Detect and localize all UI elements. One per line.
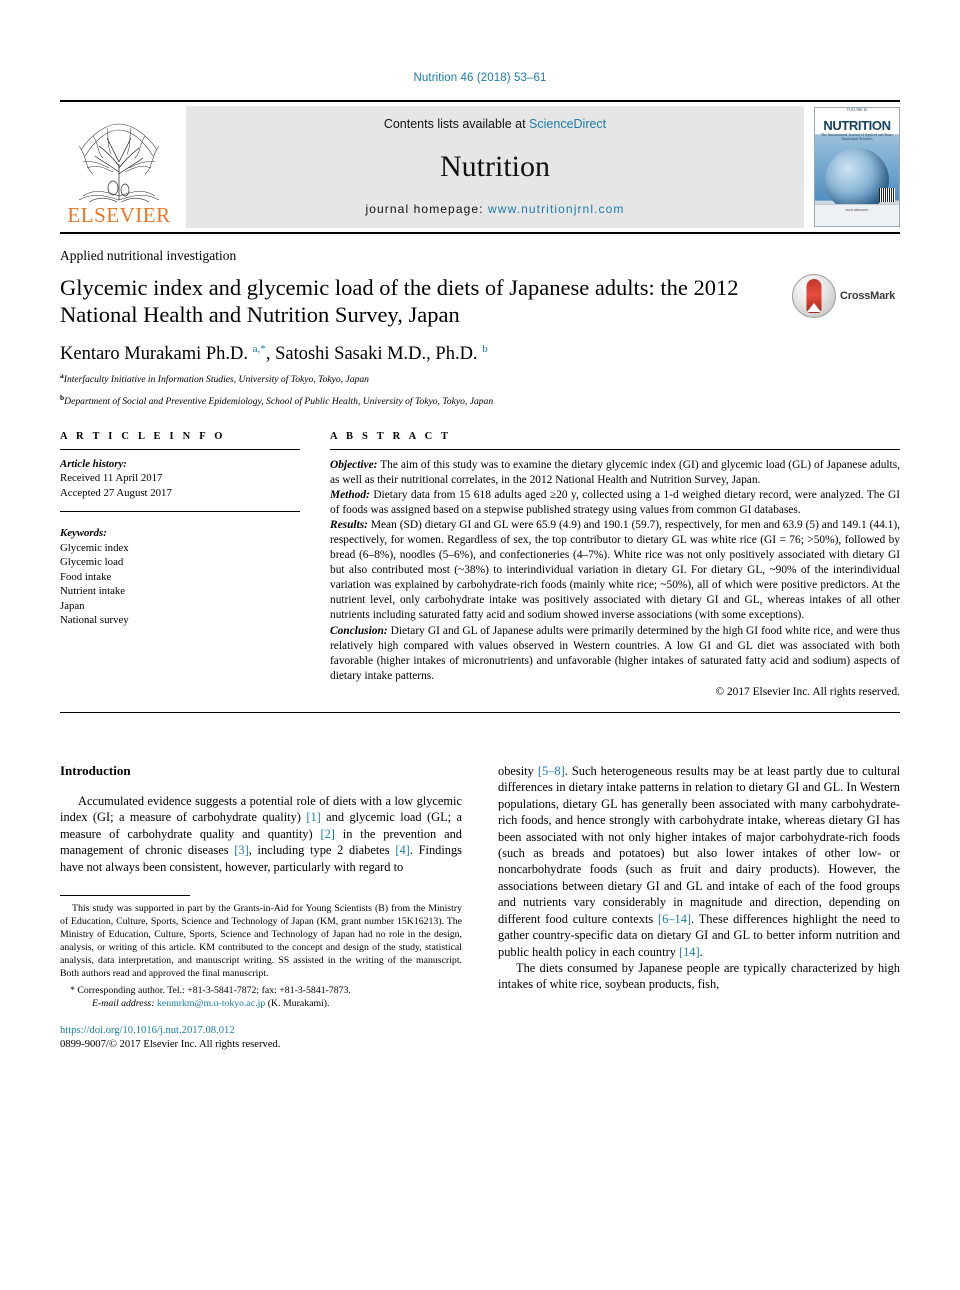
abstract-results-label: Results: [330,518,368,531]
title-row: Glycemic index and glycemic load of the … [60,274,900,328]
email-footnote: E-mail address: kenmrkm@m.u-tokyo.ac.jp … [60,997,462,1010]
elsevier-logo: ELSEVIER [60,102,178,232]
abstract-body: Objective: The aim of this study was to … [330,450,900,701]
keywords-label: Keywords: [60,527,107,540]
article-history-block: Article history: Received 11 April 2017 … [60,450,300,501]
cover-journal-title: NUTRITION [823,118,891,133]
journal-banner: Contents lists available at ScienceDirec… [186,106,804,228]
cover-issue-line: VOLUME 46 [846,108,868,112]
introduction-heading: Introduction [60,763,131,779]
keywords-block: Keywords: Glycemic index Glycemic load F… [60,511,300,628]
keyword-item: National survey [60,614,129,627]
barcode-icon [879,188,895,202]
received-date: Received 11 April 2017 [60,472,163,485]
journal-article-page: Nutrition 46 (2018) 53–61 ELSEVIER Conte… [0,0,960,1290]
corresponding-author-footnote: * Corresponding author. Tel.: +81-3-5841… [70,985,351,997]
journal-homepage-link[interactable]: www.nutritionjrnl.com [488,202,624,216]
sciencedirect-link[interactable]: ScienceDirect [529,117,606,131]
keyword-item: Japan [60,599,85,612]
cover-subtitle: The International Journal of Applied and… [820,133,894,141]
abstract-conclusion-label: Conclusion: [330,624,388,637]
journal-homepage-line: journal homepage: www.nutritionjrnl.com [365,202,624,216]
keyword-item: Food intake [60,570,112,583]
page-title: Glycemic index and glycemic load of the … [60,275,739,327]
keyword-item: Glycemic load [60,556,124,569]
keyword-item: Glycemic index [60,541,129,554]
article-history-label: Article history: [60,457,127,470]
email-suffix: (K. Murakami). [265,998,330,1010]
affiliation-a: aInterfaculty Initiative in Information … [60,370,900,387]
introduction-paragraph-left: Accumulated evidence suggests a potentia… [60,794,462,874]
homepage-prefix: journal homepage: [365,202,489,216]
abstract-method-text: Dietary data from 15 618 adults aged ≥20… [330,488,900,516]
abstract-results: Results: Mean (SD) dietary GI and GL wer… [330,518,900,624]
body-columns: Introduction Accumulated evidence sugges… [60,763,900,1052]
author-list: Kentaro Murakami Ph.D. a,*, Satoshi Sasa… [60,343,488,365]
abstract-objective-label: Objective: [330,458,378,471]
abstract-objective: Objective: The aim of this study was to … [330,458,900,488]
affiliation-b: bDepartment of Social and Preventive Epi… [60,392,900,409]
keyword-item: Nutrient intake [60,585,126,598]
introduction-paragraph-right-1: obesity [5–8]. Such heterogeneous result… [498,764,901,959]
abstract-conclusion: Conclusion: Dietary GI and GL of Japanes… [330,624,900,684]
affiliation-text-b: Department of Social and Preventive Epid… [64,396,494,408]
crossmark-label: CrossMark [840,290,896,302]
article-info-column: A R T I C L E I N F O Article history: R… [60,431,300,701]
journal-title: Nutrition [440,149,550,183]
elsevier-tree-icon [73,116,165,204]
footer-copyright: 0899-9007/© 2017 Elsevier Inc. All right… [60,1039,281,1051]
crossmark-icon [792,274,836,318]
introduction-paragraph-right-2: The diets consumed by Japanese people ar… [498,960,900,992]
info-abstract-section: A R T I C L E I N F O Article history: R… [60,431,900,701]
email-link[interactable]: kenmrkm@m.u-tokyo.ac.jp [157,998,265,1009]
abstract-objective-text: The aim of this study was to examine the… [330,458,900,486]
body-column-right: obesity [5–8]. Such heterogeneous result… [498,763,900,1052]
affiliation-text-a: Interfaculty Initiative in Information S… [63,374,369,386]
abstract-copyright: © 2017 Elsevier Inc. All rights reserved… [715,685,900,698]
abstract-column: A B S T R A C T Objective: The aim of th… [330,431,900,701]
footnotes-block: This study was supported in part by the … [60,895,462,1010]
crossmark-badge[interactable]: CrossMark [792,274,900,318]
footnote-rule [60,895,190,897]
body-column-left: Introduction Accumulated evidence sugges… [60,763,462,1052]
abstract-heading: A B S T R A C T [330,430,452,442]
keywords-list: Keywords: Glycemic index Glycemic load F… [60,519,300,628]
abstract-rule-bottom [60,712,900,714]
abstract-method-label: Method: [330,488,370,501]
journal-masthead: ELSEVIER Contents lists available at Sci… [60,100,900,234]
accepted-date: Accepted 27 August 2017 [60,486,172,499]
contents-available-line: Contents lists available at ScienceDirec… [384,117,606,131]
abstract-method: Method: Dietary data from 15 618 adults … [330,488,900,518]
cover-footer: ISSN 0899-9007 [815,204,899,226]
funding-footnote: This study was supported in part by the … [60,903,462,980]
abstract-results-text: Mean (SD) dietary GI and GL were 65.9 (4… [330,518,900,622]
cover-header: VOLUME 46 NUTRITION The International Jo… [815,108,899,141]
abstract-conclusion-text: Dietary GI and GL of Japanese adults wer… [330,624,900,682]
contents-prefix: Contents lists available at [383,117,530,131]
article-info-heading: A R T I C L E I N F O [60,430,226,442]
footer-doi-block: https://doi.org/10.1016/j.nut.2017.08.01… [60,1024,462,1052]
article-section-kicker: Applied nutritional investigation [60,248,237,263]
email-label: E-mail address: [92,998,155,1010]
doi-link[interactable]: https://doi.org/10.1016/j.nut.2017.08.01… [60,1024,462,1038]
journal-cover-thumbnail: VOLUME 46 NUTRITION The International Jo… [814,107,900,227]
running-head: Nutrition 46 (2018) 53–61 [413,72,547,84]
globe-icon [825,148,889,212]
elsevier-wordmark: ELSEVIER [67,203,171,227]
